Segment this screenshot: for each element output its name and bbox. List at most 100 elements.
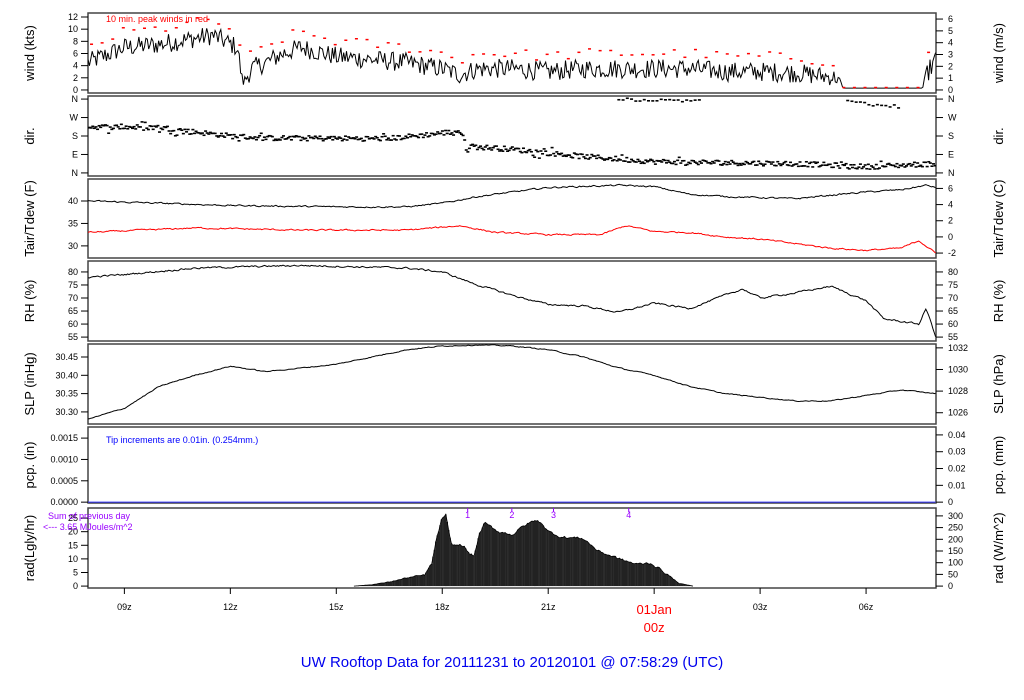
right-tick-label: 6 — [948, 14, 953, 24]
y-axis-label-left: wind (kts) — [22, 25, 37, 82]
y-axis-label-left: dir. — [22, 127, 37, 144]
plot-area — [87, 343, 937, 425]
left-tick-label: 30.45 — [55, 352, 78, 362]
weather-chart: 0246810120123456wind (kts) wind (m/s)10 m… — [22, 12, 1006, 671]
y-axis-label-right: pcp. (mm) — [991, 436, 1006, 495]
left-tick-label: 65 — [68, 306, 78, 316]
panel-annotation: 10 min. peak winds in red — [106, 14, 208, 24]
hour-marker-label: 1 — [465, 510, 470, 520]
y-axis-label-left: Tair/Tdew (F) — [22, 180, 37, 257]
left-tick-label: 70 — [68, 293, 78, 303]
left-tick-label: 0.0010 — [50, 454, 78, 464]
right-tick-label: 0 — [948, 581, 953, 591]
right-tick-label: 0.04 — [948, 430, 966, 440]
right-tick-label: 50 — [948, 569, 958, 579]
left-tick-label: 30.40 — [55, 370, 78, 380]
right-tick-label: 0 — [948, 497, 953, 507]
right-tick-label: 0.02 — [948, 464, 966, 474]
y-axis-label-right: Tair/Tdew (C) — [991, 179, 1006, 257]
date-marker-hour: 00z — [644, 620, 665, 635]
y-axis-label-left: RH (%) — [22, 280, 37, 323]
left-tick-label: N — [72, 94, 79, 104]
y-axis-label-right: dir. — [991, 127, 1006, 144]
left-tick-label: 10 — [68, 24, 78, 34]
x-tick-label: 09z — [117, 602, 132, 612]
panel-temp: 30 35 40 -2 0 2 4 6 Tair/Tdew (F) Tair/Tdew (C) — [22, 178, 1006, 259]
right-tick-label: 5 — [948, 26, 953, 36]
panel-rh: 55 60 65 70 75 80 55 60 65 70 75 80 RH (%) RH (%) — [22, 260, 1006, 342]
right-tick-label: W — [948, 113, 957, 123]
left-tick-label: 30.30 — [55, 407, 78, 417]
plot-area — [87, 12, 937, 94]
right-tick-label: 3 — [948, 50, 953, 60]
right-tick-label: 0 — [948, 232, 953, 242]
x-axis: 09z 12z 15z 18z 21z 03z 06z 01Jan 00z — [117, 588, 874, 635]
right-tick-label: 0.03 — [948, 447, 966, 457]
right-tick-label: S — [948, 131, 954, 141]
right-tick-label: 80 — [948, 267, 958, 277]
left-tick-label: 30.35 — [55, 389, 78, 399]
right-tick-label: 1032 — [948, 343, 968, 353]
hour-marker-label: 3 — [551, 510, 556, 520]
right-tick-label: 2 — [948, 216, 953, 226]
left-tick-label: 5 — [73, 567, 78, 577]
right-tick-label: 150 — [948, 546, 963, 556]
right-tick-label: 75 — [948, 280, 958, 290]
left-tick-label: 15 — [68, 540, 78, 550]
left-tick-label: 12 — [68, 12, 78, 22]
left-tick-label: 60 — [68, 319, 78, 329]
right-tick-label: 1030 — [948, 364, 968, 374]
left-tick-label: 0.0015 — [50, 433, 78, 443]
y-axis-label-right: rad (W/m^2) — [991, 512, 1006, 583]
panel-slp: 30.30 30.35 30.40 30.45 1026 1028 1030 1032 SLP … — [22, 343, 1006, 425]
right-tick-label: 2 — [948, 61, 953, 71]
left-tick-label: 75 — [68, 280, 78, 290]
left-tick-label: W — [70, 113, 79, 123]
right-tick-label: 60 — [948, 319, 958, 329]
right-tick-label: 1 — [948, 73, 953, 83]
right-tick-label: 70 — [948, 293, 958, 303]
right-tick-label: 4 — [948, 200, 953, 210]
left-tick-label: 6 — [73, 48, 78, 58]
right-tick-label: 65 — [948, 306, 958, 316]
x-tick-label: 12z — [223, 602, 238, 612]
right-tick-label: 300 — [948, 511, 963, 521]
left-tick-label: 30 — [68, 241, 78, 251]
left-tick-label: 0.0005 — [50, 476, 78, 486]
right-tick-label: 0.01 — [948, 480, 966, 490]
x-tick-label: 15z — [329, 602, 344, 612]
plot-area — [87, 178, 937, 259]
left-tick-label: 2 — [73, 73, 78, 83]
left-tick-label: 35 — [68, 218, 78, 228]
right-tick-label: 1028 — [948, 386, 968, 396]
left-tick-label: 80 — [68, 267, 78, 277]
x-tick-label: 21z — [541, 602, 556, 612]
radiation-sum-value: <--- 3.65 MJoules/m^2 — [43, 522, 133, 532]
right-tick-label: N — [948, 94, 955, 104]
right-tick-label: N — [948, 168, 955, 178]
right-tick-label: 250 — [948, 523, 963, 533]
left-tick-label: 8 — [73, 36, 78, 46]
left-tick-label: 55 — [68, 332, 78, 342]
hour-marker-label: 4 — [626, 510, 631, 520]
radiation-sum-label: Sum of previous day — [48, 511, 131, 521]
panel-dir: NESWNNESWNdir. dir. — [22, 94, 1006, 178]
left-tick-label: E — [72, 149, 78, 159]
x-tick-label: 03z — [753, 602, 768, 612]
left-tick-label: 0.0000 — [50, 497, 78, 507]
left-tick-label: S — [72, 131, 78, 141]
chart-title: UW Rooftop Data for 20111231 to 20120101… — [301, 654, 723, 671]
right-tick-label: 4 — [948, 38, 953, 48]
y-axis-label-left: pcp. (in) — [22, 442, 37, 489]
right-tick-label: 200 — [948, 534, 963, 544]
right-tick-label: -2 — [948, 248, 956, 258]
panel-rad: 0510152025050100150200250300rad(Lgly/hr)… — [22, 507, 1006, 591]
left-tick-label: 0 — [73, 581, 78, 591]
x-tick-label: 06z — [859, 602, 874, 612]
left-tick-label: 40 — [68, 196, 78, 206]
y-axis-label-left: rad(Lgly/hr) — [22, 515, 37, 581]
x-tick-label: 18z — [435, 602, 450, 612]
right-tick-label: 1026 — [948, 408, 968, 418]
left-tick-label: N — [72, 168, 79, 178]
left-tick-label: 4 — [73, 61, 78, 71]
